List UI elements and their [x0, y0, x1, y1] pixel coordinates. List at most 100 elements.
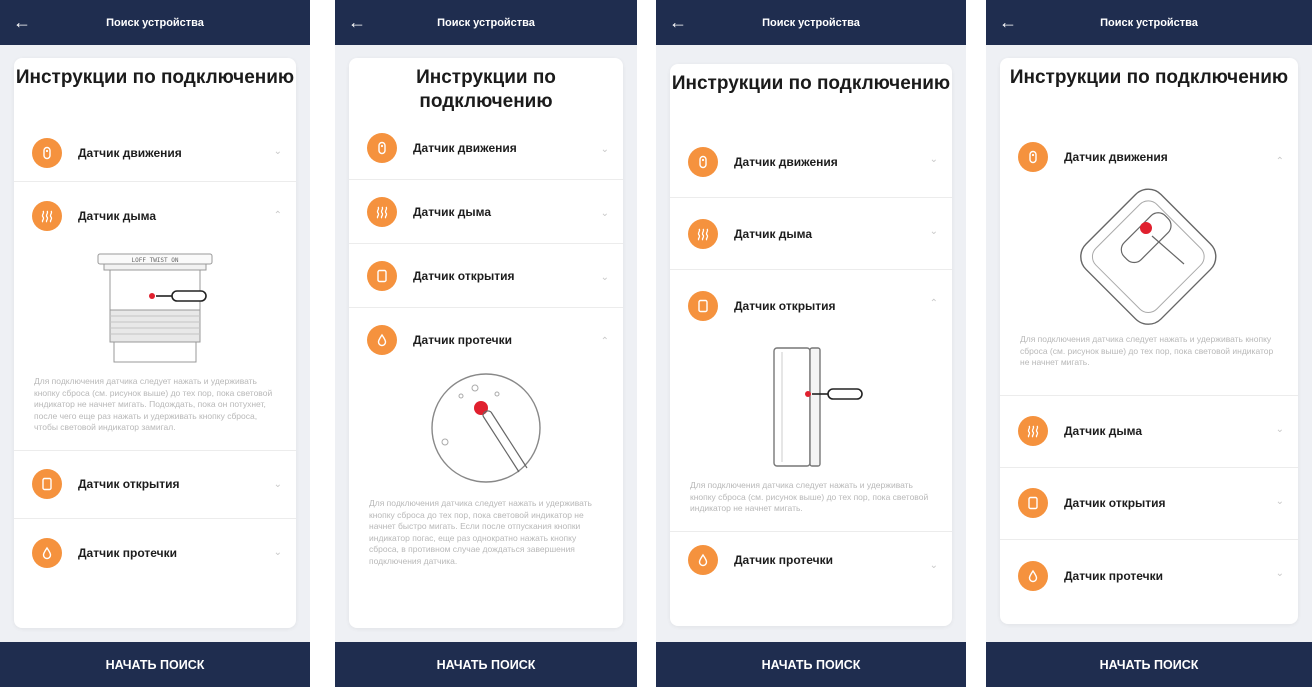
door-sensor-icon	[32, 469, 62, 499]
accordion-item-label: Датчик открытия	[413, 268, 515, 283]
accordion-item-motion[interactable]: Датчик движения ⌃	[1000, 128, 1298, 186]
smoke-sensor-icon	[688, 218, 718, 249]
accordion-item-leak[interactable]: Датчик протечки ⌄	[670, 532, 952, 588]
accordion-item-motion[interactable]: Датчик движения ⌄	[349, 116, 623, 180]
accordion-item-label: Датчик протечки	[78, 545, 177, 560]
instructions-card: Инструкции по подключению Датчик движени…	[1000, 58, 1298, 624]
app-bar-title: Поиск устройства	[1100, 16, 1198, 29]
accordion-item-smoke[interactable]: Датчик дыма ⌄	[1000, 396, 1298, 468]
back-arrow-icon[interactable]: ←	[0, 0, 44, 45]
app-bar: ← Поиск устройства	[656, 0, 966, 45]
chevron-down-icon: ⌄	[929, 154, 938, 165]
accordion-item-label: Датчик открытия	[1064, 496, 1166, 510]
accordion-item-smoke[interactable]: Датчик дыма ⌄	[349, 180, 623, 244]
instructions-card: Инструкции по подключению Датчик движени…	[670, 64, 952, 626]
accordion-item-smoke[interactable]: Датчик дыма ⌄	[670, 198, 952, 270]
screen-1: ← Поиск устройства Инструкции по подключ…	[0, 0, 310, 687]
leak-sensor-icon	[367, 325, 397, 355]
app-bar: ← Поиск устройства	[986, 0, 1312, 45]
app-bar-title: Поиск устройства	[437, 16, 535, 29]
screen-4: ← Поиск устройства Инструкции по подключ…	[986, 0, 1312, 687]
motion-instructions: Для подключения датчика следует нажать и…	[1000, 186, 1298, 395]
back-arrow-icon[interactable]: ←	[986, 0, 1030, 45]
chevron-up-icon: ⌃	[1275, 156, 1284, 167]
leak-sensor-icon	[688, 544, 718, 575]
accordion-item-open[interactable]: Датчик открытия ⌄	[1000, 468, 1298, 540]
accordion-item-open[interactable]: Датчик открытия ⌄	[14, 451, 296, 519]
illustration-label: LOFF TWIST ON	[132, 257, 179, 264]
chevron-down-icon: ⌄	[273, 478, 282, 490]
leak-instructions: Для подключения датчика следует нажать и…	[349, 372, 623, 583]
app-bar-title: Поиск устройства	[762, 16, 860, 29]
app-bar: ← Поиск устройства	[335, 0, 637, 45]
smoke-sensor-icon	[32, 201, 62, 231]
accordion-item-label: Датчик дыма	[1064, 424, 1143, 438]
accordion-item-open[interactable]: Датчик открытия ⌄	[349, 244, 623, 308]
instructions-card: Инструкции по подключению Датчик движени…	[349, 58, 623, 628]
accordion-item-motion[interactable]: Датчик движения ⌄	[670, 126, 952, 198]
accordion-item-label: Датчик движения	[1064, 150, 1168, 164]
leak-sensor-illustration	[431, 373, 541, 483]
back-arrow-icon[interactable]: ←	[335, 0, 379, 45]
accordion-item-label: Датчик протечки	[734, 552, 833, 567]
door-sensor-icon	[688, 291, 718, 321]
leak-sensor-icon	[1018, 560, 1048, 591]
chevron-down-icon: ⌄	[600, 272, 609, 283]
instruction-text: Для подключения датчика следует нажать и…	[369, 498, 592, 566]
smoke-sensor-illustration: LOFF TWIST ON	[97, 253, 213, 363]
accordion-item-leak[interactable]: Датчик протечки ⌃	[349, 308, 623, 372]
accordion-item-label: Датчик протечки	[1064, 568, 1163, 583]
motion-sensor-icon	[32, 138, 62, 168]
accordion-item-smoke-expanded: Датчик дыма ⌃ LOFF TWIST ON Для подключе…	[14, 182, 296, 451]
accordion-item-leak[interactable]: Датчик протечки ⌄	[14, 519, 296, 587]
door-sensor-illustration	[773, 347, 863, 467]
door-sensor-icon	[367, 260, 397, 291]
accordion-item-leak[interactable]: Датчик протечки ⌄	[1000, 540, 1298, 612]
accordion-item-label: Датчик дыма	[78, 209, 157, 223]
motion-sensor-icon	[688, 146, 718, 177]
accordion-item-open[interactable]: Датчик открытия ⌃	[670, 270, 952, 342]
accordion-item-label: Датчик дыма	[413, 204, 492, 219]
chevron-down-icon: ⌄	[273, 546, 282, 558]
start-search-button[interactable]: НАЧАТЬ ПОИСК	[335, 642, 637, 687]
chevron-down-icon: ⌄	[1275, 423, 1284, 435]
motion-sensor-illustration	[1080, 188, 1217, 325]
instruction-text: Для подключения датчика следует нажать и…	[690, 480, 929, 513]
chevron-down-icon: ⌄	[929, 559, 938, 571]
smoke-sensor-icon	[1018, 416, 1048, 446]
chevron-down-icon: ⌄	[600, 144, 609, 155]
accordion-item-leak-expanded: Датчик протечки ⌃ Для подключения датчик…	[349, 308, 623, 583]
accordion-item-label: Датчик открытия	[78, 477, 180, 491]
accordion-item-label: Датчик открытия	[734, 299, 836, 313]
accordion-item-motion-expanded: Датчик движения ⌃ Для подключения датчик…	[1000, 128, 1298, 396]
chevron-down-icon: ⌄	[273, 146, 282, 157]
page-title: Инструкции по подключению	[671, 73, 951, 94]
accordion-item-open-expanded: Датчик открытия ⌃ Для подключения датчик…	[670, 270, 952, 532]
instruction-text: Для подключения датчика следует нажать и…	[1020, 334, 1274, 367]
instructions-card: Инструкции по подключению Датчик движени…	[14, 58, 296, 628]
motion-sensor-icon	[367, 132, 397, 163]
back-arrow-icon[interactable]: ←	[656, 0, 700, 45]
chevron-up-icon: ⌃	[929, 298, 938, 309]
chevron-down-icon: ⌄	[600, 208, 609, 219]
start-search-button[interactable]: НАЧАТЬ ПОИСК	[656, 642, 966, 687]
smoke-instructions: LOFF TWIST ON Для подключения датчика сл…	[14, 250, 296, 450]
app-bar: ← Поиск устройства	[0, 0, 310, 45]
chevron-down-icon: ⌄	[1275, 495, 1284, 507]
accordion-item-label: Датчик движения	[413, 140, 517, 155]
chevron-up-icon: ⌃	[273, 210, 282, 221]
accordion-item-label: Датчик движения	[734, 154, 838, 169]
screen-3: ← Поиск устройства Инструкции по подключ…	[656, 0, 966, 687]
start-search-button[interactable]: НАЧАТЬ ПОИСК	[986, 642, 1312, 687]
screen-2: ← Поиск устройства Инструкции по подключ…	[335, 0, 637, 687]
app-bar-title: Поиск устройства	[106, 16, 204, 29]
start-search-button[interactable]: НАЧАТЬ ПОИСК	[0, 642, 310, 687]
accordion-item-smoke[interactable]: Датчик дыма ⌃	[14, 182, 296, 250]
page-title: Инструкции по подключению	[416, 67, 556, 112]
accordion-item-label: Датчик протечки	[413, 333, 512, 347]
instruction-text: Для подключения датчика следует нажать и…	[34, 376, 273, 432]
accordion-item-motion[interactable]: Датчик движения ⌄	[14, 138, 296, 182]
page-title: Инструкции по подключению	[1009, 67, 1289, 88]
chevron-up-icon: ⌃	[600, 336, 609, 347]
accordion-item-label: Датчик движения	[78, 146, 182, 160]
